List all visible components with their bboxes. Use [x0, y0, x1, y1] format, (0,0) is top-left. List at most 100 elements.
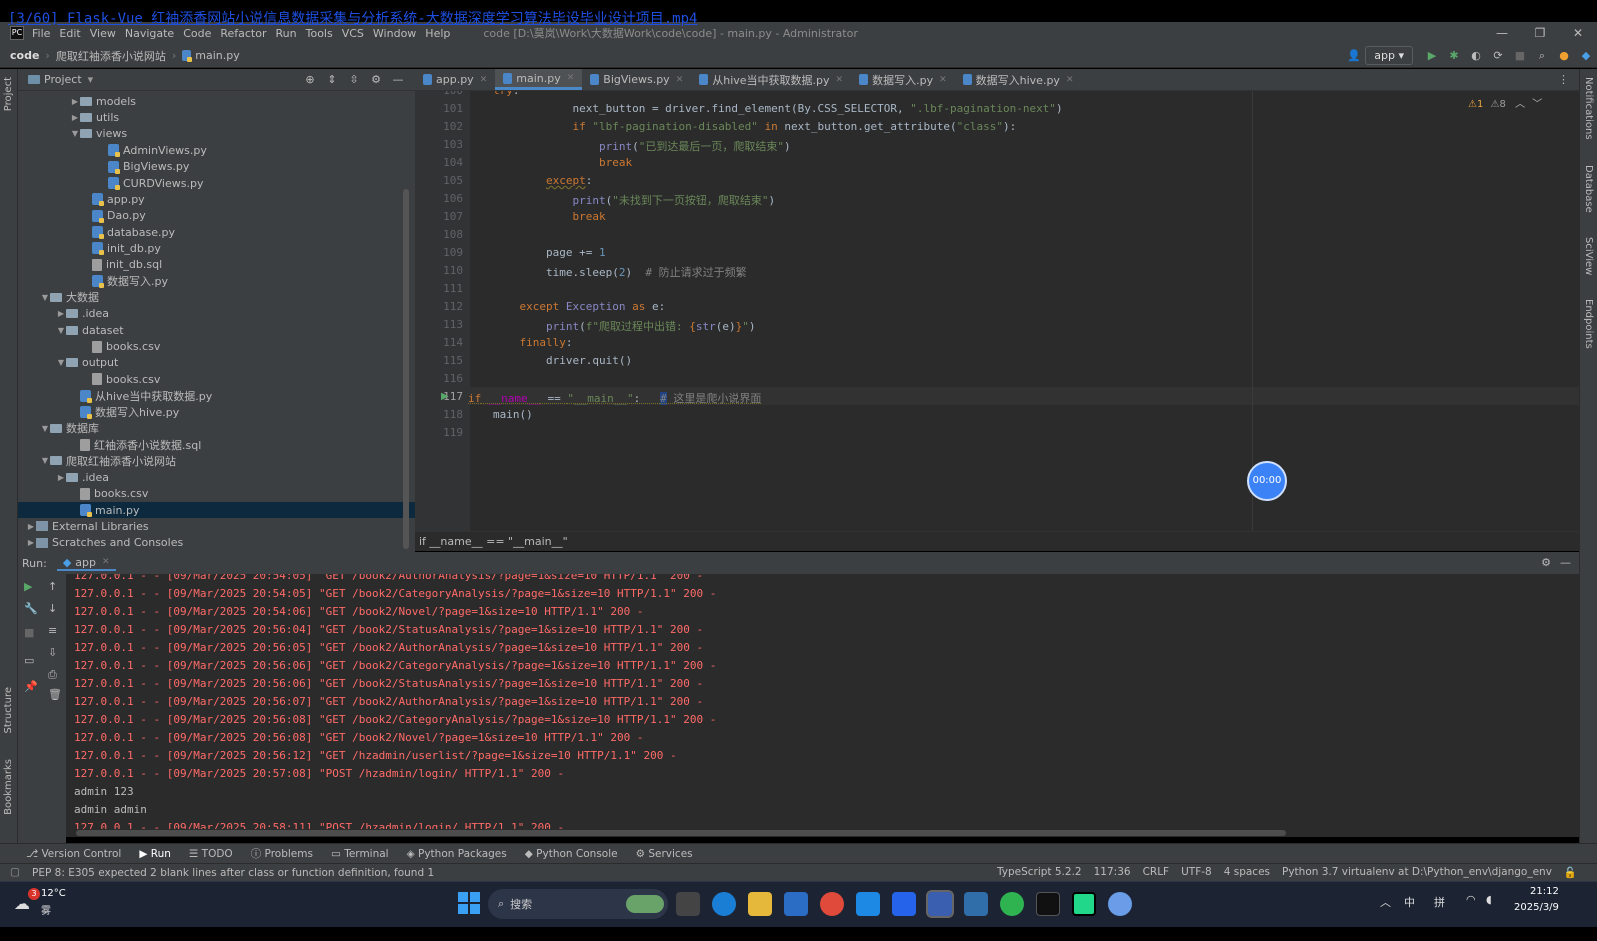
code-editor[interactable]: 100 101 102 103 104 105 106 107 108 109 110 111 112 1… [415, 91, 1579, 531]
tool-window-problems[interactable]: ⓘ Problems [251, 846, 313, 861]
user-icon[interactable]: 👤 [1347, 49, 1361, 63]
tree-item[interactable]: ▼ 爬取红袖添香小说网站 [18, 453, 415, 470]
weather-desc[interactable]: 雾 [41, 902, 51, 917]
tray-chevron-up-icon[interactable]: ︿ [1380, 894, 1391, 910]
menu-item-tools[interactable]: Tools [306, 27, 333, 40]
notifications-tab[interactable]: Notifications [1583, 77, 1594, 140]
menu-item-vcs[interactable]: VCS [342, 27, 364, 40]
close-icon[interactable]: ✕ [939, 75, 947, 85]
tree-item[interactable]: ▶ .idea [18, 306, 415, 323]
search-icon[interactable]: ⌕ [1535, 49, 1549, 63]
file-encoding[interactable]: UTF-8 [1181, 866, 1212, 879]
expand-all-icon[interactable]: ⇕ [325, 73, 339, 87]
close-icon[interactable]: ✕ [676, 75, 684, 85]
chevron-right-icon[interactable]: ▶ [70, 113, 80, 122]
editor-breadcrumb[interactable]: if __name__ == "__main__" [415, 531, 1579, 551]
editor-tab[interactable]: app.py ✕ [415, 69, 495, 90]
close-icon[interactable]: ✕ [102, 557, 110, 567]
pycharm-icon[interactable] [1072, 892, 1096, 916]
chevron-down-icon[interactable]: ▾ [88, 73, 94, 86]
editor-tab[interactable]: BigViews.py ✕ [582, 69, 691, 90]
arrow-down-icon[interactable]: ↓ [48, 602, 57, 615]
chevron-up-icon[interactable]: ︿ [1515, 99, 1525, 110]
scroll-to-end-icon[interactable]: ⇩ [48, 646, 57, 659]
menu-item-code[interactable]: Code [183, 27, 211, 40]
sciview-tab[interactable]: SciView [1583, 237, 1594, 275]
profile-icon[interactable]: ⟳ [1491, 49, 1505, 63]
menu-item-run[interactable]: Run [276, 27, 297, 40]
tool-window-todo[interactable]: ☰ TODO [189, 848, 233, 860]
chevron-right-icon[interactable]: ▶ [26, 522, 36, 531]
minimize-button[interactable]: — [1483, 22, 1521, 44]
menu-item-edit[interactable]: Edit [59, 27, 80, 40]
weather-widget[interactable]: ☁ 3 [14, 888, 40, 914]
menu-item-help[interactable]: Help [425, 27, 450, 40]
chevron-down-icon[interactable]: ﹀ [1532, 99, 1542, 110]
menu-item-navigate[interactable]: Navigate [125, 27, 174, 40]
task-view-icon[interactable] [676, 892, 700, 916]
tree-item[interactable]: 红袖添香小说数据.sql [18, 436, 415, 453]
line-separator[interactable]: CRLF [1143, 866, 1170, 879]
hide-icon[interactable]: — [391, 73, 405, 87]
browser-app-icon[interactable] [1108, 892, 1132, 916]
hide-icon[interactable]: — [1560, 556, 1571, 569]
run-gutter-icon[interactable]: ▶ [441, 391, 449, 402]
clock-time[interactable]: 21:12 [1530, 886, 1559, 897]
chevron-right-icon[interactable]: ▶ [26, 538, 36, 547]
volume-icon[interactable]: ◖ [1486, 893, 1492, 906]
tree-item[interactable]: init_db.py [18, 240, 415, 257]
status-layout-icon[interactable]: ▢ [10, 866, 20, 878]
chevron-down-icon[interactable]: ▼ [40, 293, 50, 302]
tool-window-terminal[interactable]: ▭ Terminal [331, 848, 389, 860]
database-tab[interactable]: Database [1583, 165, 1594, 213]
tree-item[interactable]: books.csv [18, 485, 415, 502]
tree-item[interactable]: BigViews.py [18, 158, 415, 175]
tree-item[interactable]: ▶ .idea [18, 469, 415, 486]
gear-icon[interactable]: ⚙ [369, 73, 383, 87]
project-panel-title[interactable]: Project [44, 73, 82, 86]
chevron-down-icon[interactable]: ▼ [40, 456, 50, 465]
editor-tab[interactable]: 数据写入.py ✕ [851, 69, 955, 90]
inspection-widget[interactable]: ⚠1 ⚠8 ︿ ﹀ [1468, 95, 1542, 110]
tree-item[interactable]: ▶ External Libraries [18, 518, 415, 535]
tree-item[interactable]: Dao.py [18, 207, 415, 224]
tree-item[interactable]: ▼ 数据库 [18, 420, 415, 437]
tool-window-run[interactable]: ▶ Run [139, 848, 171, 860]
tree-item[interactable]: ▶ models [18, 93, 415, 110]
chevron-down-icon[interactable]: ▼ [70, 129, 80, 138]
pin-icon[interactable]: 📌 [24, 680, 38, 693]
menu-item-refactor[interactable]: Refactor [220, 27, 266, 40]
bookmarks-tool-window-tab[interactable]: Bookmarks [3, 759, 14, 815]
taskbar-search[interactable]: ⌕ 搜索 [488, 889, 668, 919]
endpoints-tab[interactable]: Endpoints [1583, 299, 1594, 349]
typescript-version[interactable]: TypeScript 5.2.2 [997, 866, 1082, 879]
project-tool-window-tab[interactable]: Project [3, 77, 14, 111]
menu-item-window[interactable]: Window [373, 27, 416, 40]
file-explorer-icon[interactable] [748, 892, 772, 916]
close-icon[interactable]: ✕ [836, 75, 844, 85]
chevron-down-icon[interactable]: ▼ [56, 358, 66, 367]
maximize-button[interactable]: ❐ [1521, 22, 1559, 44]
print-icon[interactable]: ⎙ [48, 668, 57, 682]
run-configuration-select[interactable]: app ▾ [1365, 46, 1413, 65]
wrench-icon[interactable]: 🔧 [24, 602, 38, 615]
rerun-icon[interactable]: ▶ [24, 580, 32, 593]
tree-item[interactable]: ▼ 大数据 [18, 289, 415, 306]
editor-tab[interactable]: 从hive当中获取数据.py ✕ [691, 69, 851, 90]
tree-item[interactable]: books.csv [18, 338, 415, 355]
close-icon[interactable]: ✕ [1066, 75, 1074, 85]
editor-tab[interactable]: main.py ✕ [495, 69, 583, 90]
update-icon[interactable]: ● [1557, 49, 1571, 63]
tree-item[interactable]: ▼ output [18, 355, 415, 372]
chevron-right-icon[interactable]: ▶ [56, 473, 66, 482]
gear-icon[interactable]: ⚙ [1541, 556, 1551, 569]
wifi-icon[interactable]: ◠ [1466, 893, 1476, 906]
trash-icon[interactable]: 🗑 [48, 688, 62, 701]
run-tab-app[interactable]: ◆ app ✕ [56, 556, 116, 571]
store-icon[interactable] [784, 892, 808, 916]
tool-window-services[interactable]: ⚙ Services [636, 848, 693, 860]
chrome-icon[interactable] [820, 892, 844, 916]
plugin-icon[interactable]: ◆ [1579, 49, 1593, 63]
tree-item[interactable]: ▼ views [18, 126, 415, 143]
active-app-icon[interactable] [926, 890, 954, 918]
